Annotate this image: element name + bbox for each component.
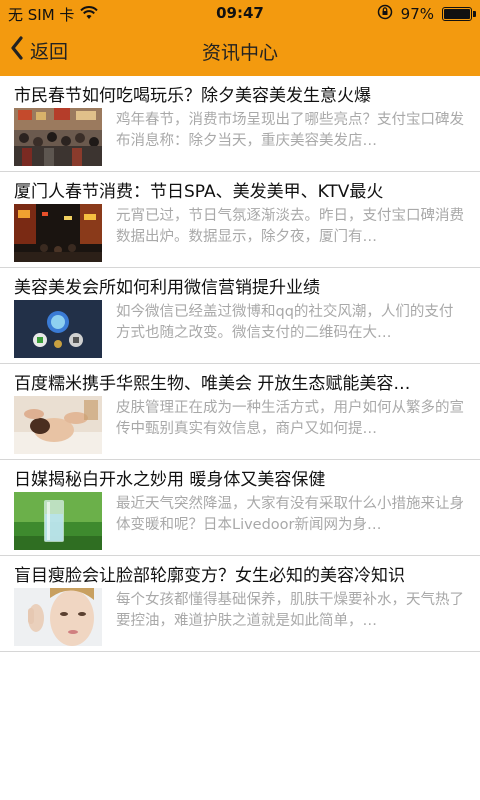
news-title: 厦门人春节消费：节日SPA、美发美甲、KTV最火 <box>14 182 384 202</box>
status-right-group: 97% <box>377 4 476 24</box>
orientation-lock-icon <box>377 4 393 24</box>
crowd-street-photo <box>14 108 102 166</box>
battery-percent: 97% <box>400 5 434 23</box>
status-bar: 无 SIM 卡 09:47 97% <box>0 0 480 26</box>
news-item[interactable]: 美容美发会所如何利用微信营销提升业绩 如今微信已经盖过微博和qq的社交风潮，人们… <box>0 268 480 364</box>
news-item[interactable]: 盲目瘦脸会让脸部轮廓变方？女生必知的美容冷知识 每个女孩都懂得基础保养，肌肤干燥… <box>0 556 480 652</box>
news-summary: 鸡年春节，消费市场呈现出了哪些亮点？支付宝口碑发布消息称：除夕当天，重庆美容美发… <box>116 112 464 149</box>
water-glass-photo <box>14 492 102 550</box>
nav-bar: 返回 资讯中心 <box>0 26 480 76</box>
news-item[interactable]: 厦门人春节消费：节日SPA、美发美甲、KTV最火 元宵已过，节日气氛逐渐淡去。昨… <box>0 172 480 268</box>
news-title: 日媒揭秘白开水之妙用 暖身体又美容保健 <box>14 470 326 490</box>
news-summary: 最近天气突然降温，大家有没有采取什么小措施来让身体变暖和呢？日本Livedoor… <box>116 496 464 533</box>
battery-icon <box>442 7 476 21</box>
page-title: 资讯中心 <box>201 42 278 64</box>
news-title: 美容美发会所如何利用微信营销提升业绩 <box>14 278 320 298</box>
news-title: 百度糯米携手华熙生物、唯美会 开放生态赋能美容… <box>14 374 411 394</box>
news-item[interactable]: 百度糯米携手华熙生物、唯美会 开放生态赋能美容… 皮肤管理正在成为一种生活方式，… <box>0 364 480 460</box>
app-icons-photo <box>14 300 102 358</box>
news-summary: 每个女孩都懂得基础保养，肌肤干燥要补水，天气热了要控油，难道护肤之道就是如此简单… <box>116 592 464 629</box>
news-summary: 皮肤管理正在成为一种生活方式，用户如何从繁多的宣传中甄别真实有效信息，商户又如何… <box>116 400 464 437</box>
night-street-photo <box>14 204 102 262</box>
facial-massage-photo <box>14 396 102 454</box>
news-item[interactable]: 日媒揭秘白开水之妙用 暖身体又美容保健 最近天气突然降温，大家有没有采取什么小措… <box>0 460 480 556</box>
news-list: 市民春节如何吃喝玩乐？除夕美容美发生意火爆 鸡年春节，消费市场呈现出了哪些亮点？… <box>0 76 480 652</box>
battery-fill <box>444 9 470 19</box>
news-summary: 元宵已过，节日气氛逐渐淡去。昨日，支付宝口碑消费数据出炉。数据显示，除夕夜，厦门… <box>116 208 464 245</box>
news-title: 市民春节如何吃喝玩乐？除夕美容美发生意火爆 <box>14 86 371 106</box>
news-summary: 如今微信已经盖过微博和qq的社交风潮，人们的支付方式也随之改变。微信支付的二维码… <box>116 304 454 341</box>
woman-face-photo <box>14 588 102 646</box>
news-title: 盲目瘦脸会让脸部轮廓变方？女生必知的美容冷知识 <box>14 566 405 586</box>
news-item[interactable]: 市民春节如何吃喝玩乐？除夕美容美发生意火爆 鸡年春节，消费市场呈现出了哪些亮点？… <box>0 76 480 172</box>
